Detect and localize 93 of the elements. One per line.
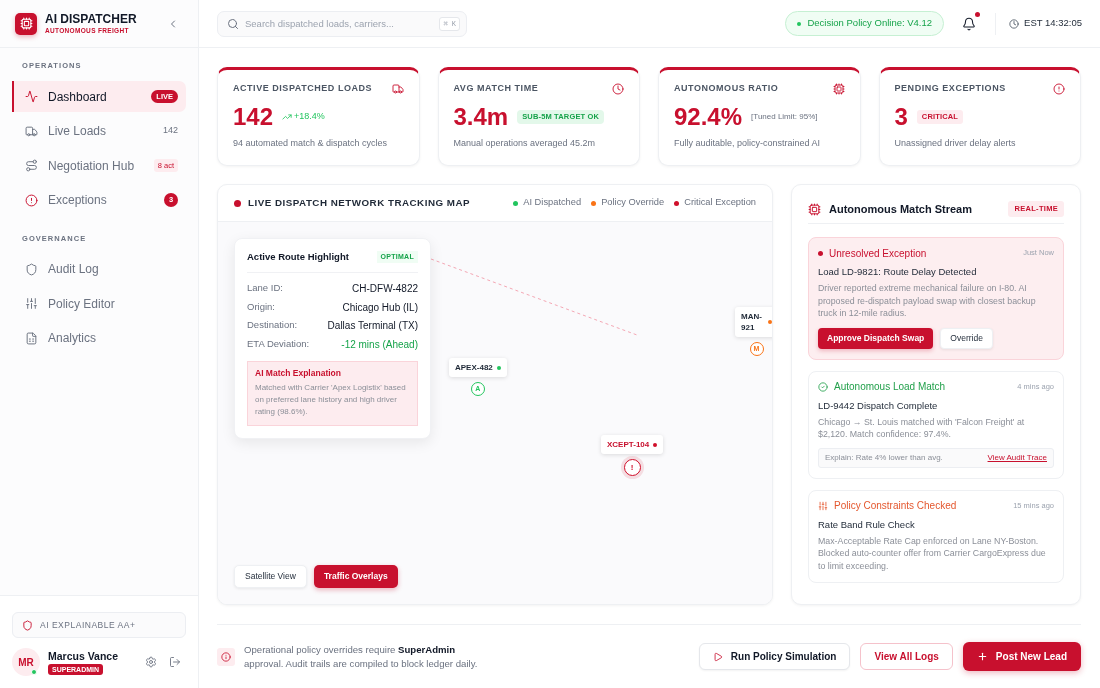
nav-item[interactable]: Audit Log	[12, 253, 186, 285]
policy-notice: Operational policy overrides require SuperAdmin approval. Audit trails are compiled to block ledger daily.	[244, 642, 479, 671]
info-icon	[217, 647, 235, 666]
brand-title: AI DISPATCHER	[45, 12, 137, 26]
item-count: 142	[162, 124, 178, 138]
event-description: Max-Acceptable Rate Cap enforced on Lane NY-Boston. Blocked auto-counter offer from Carrier CargoExpress due to limit exceeding.	[818, 534, 1047, 572]
sliders-icon	[818, 500, 828, 511]
event-description: Chicago → St. Louis matched with 'Falcon Freight' at $2,120. Match confidence: 97.4%.	[818, 415, 1026, 441]
stat-label: AVG MATCH TIME	[453, 82, 539, 96]
vehicle-tag[interactable]: APEX-482	[449, 358, 507, 377]
plus-icon	[976, 651, 988, 662]
map-title: LIVE DISPATCH NETWORK TRACKING MAP	[248, 195, 471, 210]
route-card-title: Active Route Highlight	[247, 250, 349, 264]
map-pin[interactable]: !	[623, 459, 641, 476]
pulse-icon	[25, 90, 38, 103]
shield-icon	[22, 619, 33, 631]
event-type: Autonomous Load Match	[834, 380, 946, 394]
explanation-text: Matched with Carrier 'Apex Logistix' based on preferred lane history and high driver rating (98.6%).	[255, 382, 407, 419]
stat-caption: 94 automated match & dispatch cycles	[233, 137, 389, 149]
event-heading: LD-9442 Dispatch Complete	[818, 398, 939, 412]
settings-button[interactable]	[144, 655, 158, 669]
action-button[interactable]: Approve Dispatch Swap	[818, 327, 934, 349]
explanation-title: AI Match Explanation	[255, 368, 342, 380]
chip-icon	[832, 83, 845, 95]
stat-value: 3	[894, 104, 908, 130]
stat-caption: Unassigned driver delay alerts	[894, 137, 1017, 149]
clock-icon	[1009, 18, 1020, 29]
route-icon	[25, 159, 38, 172]
field-label: Origin:	[247, 299, 275, 314]
action-button[interactable]: Override	[940, 327, 993, 349]
stat-caption: Fully auditable, policy-constrained AI	[674, 137, 822, 149]
field-label: Destination:	[247, 318, 298, 333]
event-description: Driver reported extreme mechanical failure on I-80. AI proposed re-dispatch payload swap with closest backup truck in 12-mile radius.	[818, 282, 1037, 320]
chip-icon	[808, 202, 821, 216]
compliance-label: AI EXPLAINABLE AA+	[40, 618, 136, 632]
event-type: Unresolved Exception	[829, 246, 927, 261]
nav-item[interactable]: Policy Editor	[12, 288, 186, 319]
field-value: -12 mins (Ahead)	[341, 337, 418, 352]
clock-time: EST 14:32:05	[1024, 16, 1082, 31]
document-icon	[25, 331, 38, 345]
trend-value: +18.4%	[294, 110, 325, 124]
search-icon	[227, 17, 239, 30]
logs-button[interactable]: View All Logs	[860, 643, 953, 670]
legend-label: AI Dispatched	[523, 196, 582, 210]
alert-icon	[25, 193, 38, 207]
bell-icon	[962, 16, 977, 31]
vehicle-tag[interactable]: XCEPT-104	[601, 435, 664, 454]
field-label: Lane ID:	[247, 281, 283, 296]
stat-value: 3.4m	[453, 104, 509, 130]
stat-label: AUTONOMOUS RATIO	[674, 82, 779, 96]
stat-label: ACTIVE DISPATCHED LOADS	[233, 82, 373, 96]
alert-icon	[1053, 83, 1065, 95]
field-label: ETA Deviation:	[247, 336, 310, 351]
field-value: Dallas Terminal (TX)	[327, 319, 418, 333]
stream-title: Autonomous Match Stream	[829, 201, 972, 217]
user-name: Marcus Vance	[48, 649, 119, 663]
clock-icon	[612, 83, 624, 95]
play-icon	[712, 651, 723, 662]
check-circle-icon	[818, 381, 828, 392]
legend-label: Critical Exception	[684, 196, 756, 210]
nav-item[interactable]: Analytics	[12, 322, 186, 354]
event-type: Policy Constraints Checked	[834, 499, 957, 513]
event-heading: Load LD-9821: Route Delay Detected	[818, 265, 978, 278]
sliders-icon	[25, 297, 38, 310]
vehicle-tag[interactable]: MAN-921	[735, 307, 772, 337]
logo-icon	[15, 12, 37, 35]
logout-button[interactable]	[168, 655, 182, 669]
truck-icon	[25, 124, 38, 138]
event-heading: Rate Band Rule Check	[818, 517, 916, 531]
stat-label: PENDING EXCEPTIONS	[894, 82, 1006, 96]
audit-trace-link[interactable]: View Audit Trace	[987, 451, 1047, 464]
legend-label: Policy Override	[601, 196, 665, 210]
field-value: Chicago Hub (IL)	[342, 300, 418, 315]
logout-icon	[169, 656, 181, 668]
stat-value: 142	[233, 104, 274, 130]
limit-note: [Tuned Limit: 95%]	[751, 111, 818, 123]
simulation-button[interactable]: Run Policy Simulation	[698, 643, 851, 670]
trend-up-icon	[282, 112, 293, 122]
settings-icon	[145, 656, 157, 668]
truck-icon	[391, 83, 404, 95]
policy-status-text: Decision Policy Online: V4.12	[807, 16, 933, 31]
stat-caption: Manual operations averaged 45.2m	[453, 137, 597, 149]
avatar-initials: MR	[18, 655, 34, 670]
search-input[interactable]: Search dispatched loads, carriers...	[245, 13, 434, 34]
map-view-toggle[interactable]: Satellite View	[234, 565, 307, 588]
field-value: CH-DFW-4822	[352, 282, 418, 296]
stat-value: 92.4%	[674, 104, 743, 130]
post-lead-button[interactable]: Post New Lead	[962, 642, 1081, 671]
map-view-toggle[interactable]: Traffic Overlays	[313, 565, 398, 588]
explain-text: Explain: Rate 4% lower than avg.	[825, 451, 943, 464]
shield-icon	[25, 262, 38, 276]
nav-item[interactable]: Live Loads 142	[12, 115, 186, 147]
notifications-button[interactable]	[961, 15, 978, 32]
